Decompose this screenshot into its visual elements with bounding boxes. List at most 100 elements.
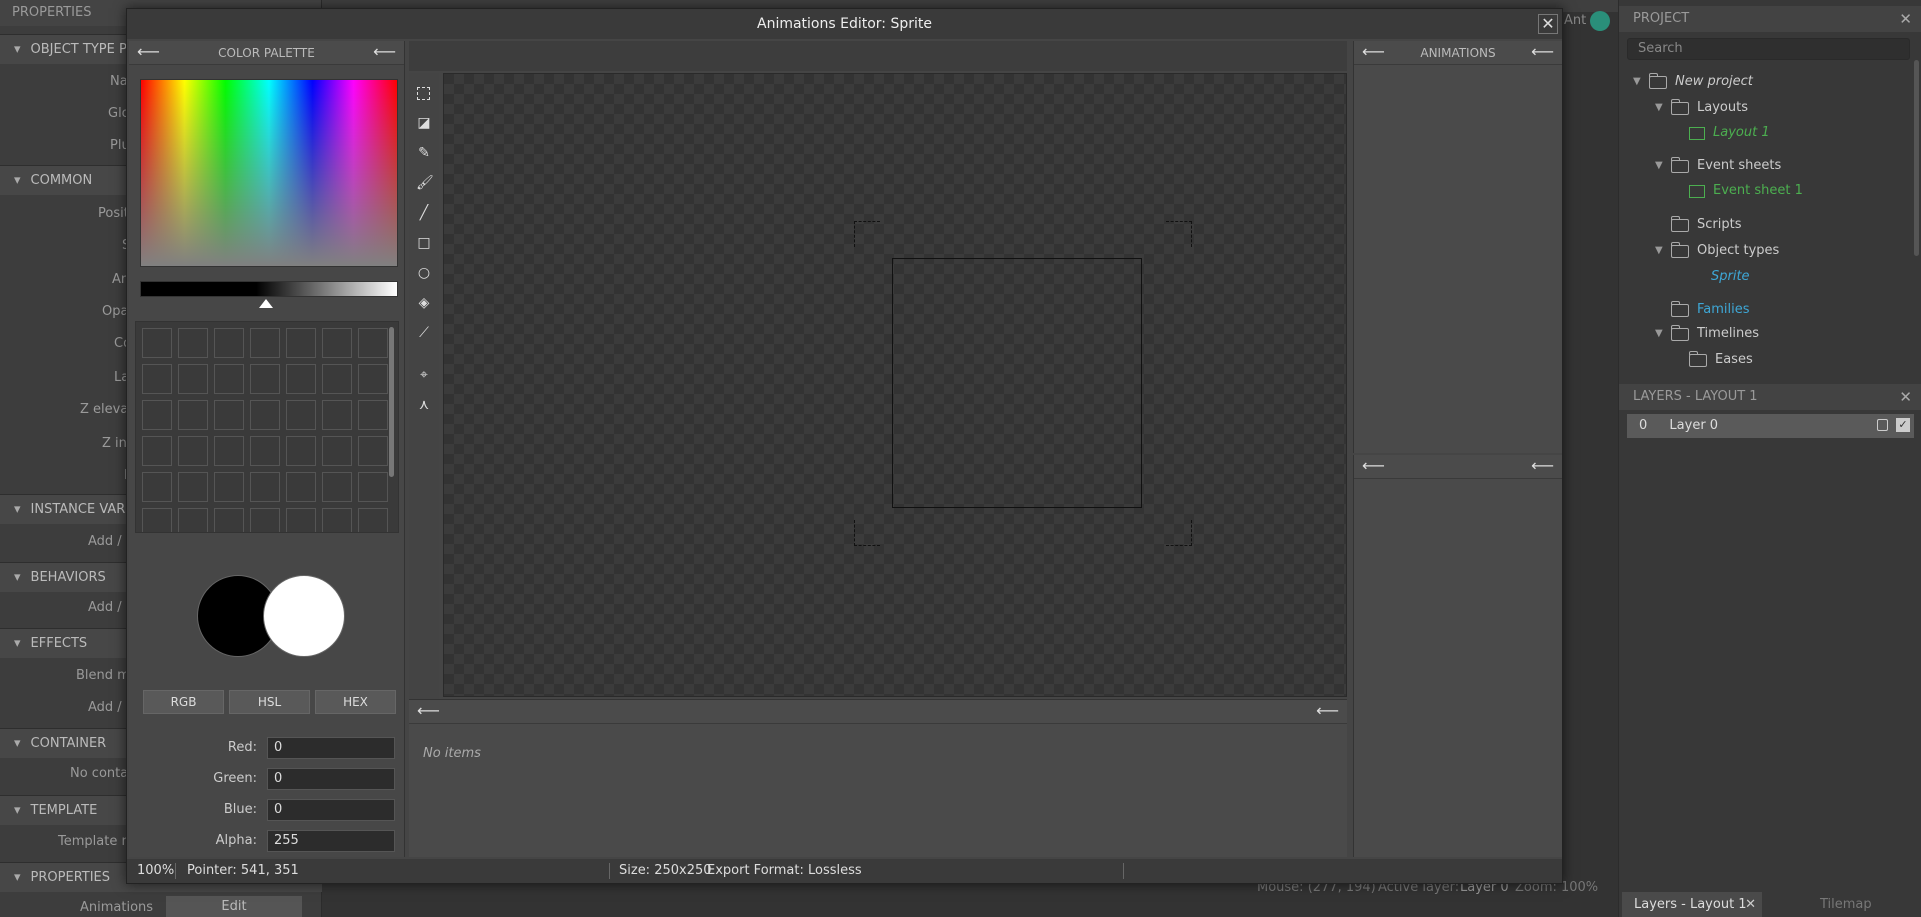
swatch[interactable] xyxy=(286,400,316,430)
swatch[interactable] xyxy=(142,472,172,502)
swatch[interactable] xyxy=(142,508,172,532)
brightness-slider[interactable] xyxy=(140,281,398,297)
swatch[interactable] xyxy=(358,400,388,430)
tree-item-scripts[interactable]: Scripts xyxy=(1670,214,1741,236)
line-icon[interactable]: ╱ xyxy=(416,205,432,221)
swatch[interactable] xyxy=(250,508,280,532)
rectangle-icon[interactable]: □ xyxy=(416,235,432,251)
swatch[interactable] xyxy=(286,436,316,466)
swatch[interactable] xyxy=(286,364,316,394)
dialog-titlebar[interactable]: Animations Editor: Sprite ✕ xyxy=(127,9,1562,39)
arrow-left-icon[interactable]: ⟵ xyxy=(1362,41,1385,63)
swatch[interactable] xyxy=(286,508,316,532)
swatch[interactable] xyxy=(214,400,244,430)
lock-icon[interactable] xyxy=(1877,419,1888,431)
alpha-input[interactable]: 255 xyxy=(267,830,395,852)
tree-item-sprite[interactable]: Sprite xyxy=(1711,266,1750,288)
tree-item-event-sheets[interactable]: ▼ Event sheets xyxy=(1655,155,1781,177)
pencil-icon[interactable]: ✎ xyxy=(416,145,432,161)
fill-bucket-icon[interactable]: ◈ xyxy=(416,295,432,311)
swatch[interactable] xyxy=(178,400,208,430)
project-search-input[interactable]: Search xyxy=(1627,38,1910,60)
rectangle-select-icon[interactable] xyxy=(417,87,430,100)
close-icon[interactable]: ✕ xyxy=(1745,892,1756,917)
blue-input[interactable]: 0 xyxy=(267,799,395,821)
hex-mode-button[interactable]: HEX xyxy=(315,690,396,714)
color-picker-icon[interactable]: ⟋ xyxy=(416,325,432,341)
swatch[interactable] xyxy=(358,364,388,394)
ellipse-icon[interactable]: ○ xyxy=(416,265,432,281)
image-points-icon[interactable]: ⋏ xyxy=(416,397,432,413)
arrow-left-icon[interactable]: ⟵ xyxy=(1316,700,1339,722)
tree-item-object-types[interactable]: ▼ Object types xyxy=(1655,240,1779,262)
tab-layers-layout-1[interactable]: Layers - Layout 1 ✕ xyxy=(1622,892,1762,917)
swatch[interactable] xyxy=(214,364,244,394)
swatch-scrollbar[interactable] xyxy=(389,327,394,477)
swatch[interactable] xyxy=(142,328,172,358)
visibility-checkbox[interactable]: ✓ xyxy=(1896,418,1910,432)
secondary-color-swatch[interactable] xyxy=(263,575,345,657)
tree-item-timelines[interactable]: ▼ Timelines xyxy=(1655,323,1759,345)
swatch[interactable] xyxy=(178,328,208,358)
close-icon[interactable]: ✕ xyxy=(1899,384,1912,410)
swatch[interactable] xyxy=(322,364,352,394)
swatch[interactable] xyxy=(214,472,244,502)
swatch[interactable] xyxy=(250,328,280,358)
swatch[interactable] xyxy=(250,364,280,394)
swatch[interactable] xyxy=(178,364,208,394)
swatch[interactable] xyxy=(322,508,352,532)
swatch[interactable] xyxy=(322,472,352,502)
tree-item-layout-1[interactable]: Layout 1 xyxy=(1689,122,1770,144)
swatch[interactable] xyxy=(178,508,208,532)
hsl-mode-button[interactable]: HSL xyxy=(229,690,310,714)
layer-row[interactable]: 0 Layer 0 ✓ xyxy=(1627,414,1914,438)
red-input[interactable]: 0 xyxy=(267,737,395,759)
eraser-icon[interactable]: ◪ xyxy=(416,115,432,131)
swatch[interactable] xyxy=(250,472,280,502)
swatch[interactable] xyxy=(358,328,388,358)
swatch[interactable] xyxy=(322,400,352,430)
tree-item-families[interactable]: Families xyxy=(1670,299,1750,321)
swatch[interactable] xyxy=(250,436,280,466)
swatch[interactable] xyxy=(250,400,280,430)
swatch[interactable] xyxy=(214,508,244,532)
swatch[interactable] xyxy=(178,472,208,502)
globe-icon[interactable] xyxy=(1590,11,1610,31)
project-scrollbar[interactable] xyxy=(1914,60,1919,256)
close-icon[interactable]: ✕ xyxy=(1538,14,1558,34)
arrow-left-icon[interactable]: ⟵ xyxy=(1531,41,1554,63)
swatch[interactable] xyxy=(214,328,244,358)
arrow-left-icon[interactable]: ⟵ xyxy=(373,41,396,63)
color-spectrum-picker[interactable] xyxy=(140,79,398,267)
rgb-mode-button[interactable]: RGB xyxy=(143,690,224,714)
swatch[interactable] xyxy=(286,472,316,502)
arrow-left-icon[interactable]: ⟵ xyxy=(1531,455,1554,477)
swatch[interactable] xyxy=(178,436,208,466)
arrow-left-icon[interactable]: ⟵ xyxy=(137,41,160,63)
swatch[interactable] xyxy=(286,328,316,358)
tree-item-root[interactable]: ▼ New project xyxy=(1633,71,1753,93)
swatch[interactable] xyxy=(142,436,172,466)
tree-item-layouts[interactable]: ▼ Layouts xyxy=(1655,97,1748,119)
swatch[interactable] xyxy=(358,436,388,466)
swatch[interactable] xyxy=(358,472,388,502)
blue-label: Blue: xyxy=(223,802,257,817)
arrow-left-icon[interactable]: ⟵ xyxy=(1362,455,1385,477)
animations-edit-button[interactable]: Edit xyxy=(166,896,302,917)
swatch[interactable] xyxy=(358,508,388,532)
green-input[interactable]: 0 xyxy=(267,768,395,790)
swatch[interactable] xyxy=(142,400,172,430)
tree-item-event-sheet-1[interactable]: Event sheet 1 xyxy=(1689,180,1803,202)
tab-tilemap[interactable]: Tilemap xyxy=(1820,892,1872,917)
swatch[interactable] xyxy=(322,436,352,466)
close-icon[interactable]: ✕ xyxy=(1899,6,1912,32)
origin-point-icon[interactable]: ⌖ xyxy=(416,367,432,383)
swatch[interactable] xyxy=(322,328,352,358)
tree-item-eases[interactable]: Eases xyxy=(1688,349,1753,371)
brush-icon[interactable]: 🖌 xyxy=(416,175,434,191)
image-canvas[interactable] xyxy=(443,73,1347,697)
swatch[interactable] xyxy=(214,436,244,466)
brightness-handle[interactable] xyxy=(259,299,273,308)
swatch[interactable] xyxy=(142,364,172,394)
arrow-left-icon[interactable]: ⟵ xyxy=(417,700,440,722)
